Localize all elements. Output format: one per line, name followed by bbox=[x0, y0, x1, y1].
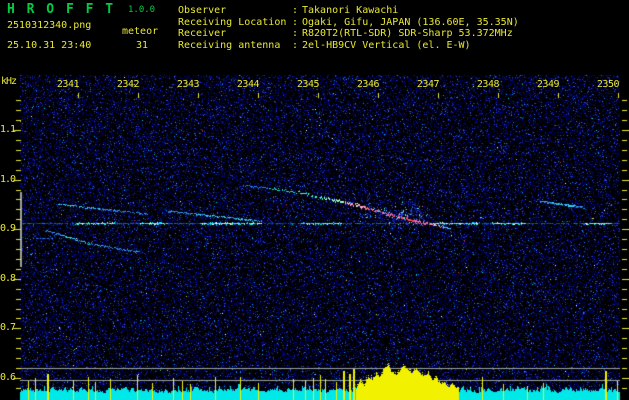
freq-tick-label: 1.1 bbox=[0, 124, 16, 135]
time-tick-label: 2344 bbox=[236, 79, 260, 90]
freq-tick-label: 0.7 bbox=[0, 322, 16, 334]
app-title: H R O F F T bbox=[7, 2, 116, 17]
info-separator: : bbox=[292, 16, 299, 28]
time-tick-label: 2350 bbox=[596, 79, 620, 90]
time-tick-label: 2341 bbox=[56, 79, 80, 90]
info-label: Receiving antenna bbox=[178, 39, 281, 51]
station-info: Observer: Takanori Kawachi Receiving Locat… bbox=[178, 5, 519, 51]
info-value: 2el-HB9CV Vertical (el. E-W) bbox=[302, 39, 471, 51]
info-separator: : bbox=[292, 5, 299, 16]
info-label: Receiving Location bbox=[178, 16, 287, 28]
freq-tick-label: 0.6 bbox=[0, 372, 16, 383]
event-count: 31 bbox=[136, 40, 149, 51]
timestamp: 25.10.31 23:40 bbox=[7, 40, 92, 51]
time-tick-label: 2343 bbox=[176, 79, 200, 90]
time-tick-label: 2346 bbox=[356, 79, 380, 90]
info-row: Observer: Takanori Kawachi bbox=[178, 5, 519, 17]
info-separator: : bbox=[292, 39, 299, 51]
output-filename: 2510312340.png bbox=[7, 20, 92, 31]
app-version: 1.0.0 bbox=[128, 5, 156, 15]
info-row: Receiving Location: Ogaki, Gifu, JAPAN (1… bbox=[178, 17, 519, 29]
info-row: Receiver: R820T2(RTL-SDR) SDR-Sharp 53.37… bbox=[178, 28, 519, 40]
info-label: Observer bbox=[178, 5, 227, 16]
freq-tick-label: 1.0 bbox=[0, 173, 16, 185]
time-tick-label: 2347 bbox=[416, 79, 440, 90]
time-tick-label: 2345 bbox=[296, 79, 320, 90]
freq-tick-label: 0.9 bbox=[0, 223, 16, 235]
info-value: Takanori Kawachi bbox=[302, 5, 399, 16]
info-row: Receiving antenna:2el-HB9CV Vertical (el… bbox=[178, 40, 519, 52]
mode-label: meteor bbox=[122, 26, 159, 37]
freq-axis-unit-label: kHz bbox=[1, 76, 17, 87]
time-tick-label: 2342 bbox=[116, 79, 140, 90]
time-tick-label: 2348 bbox=[476, 79, 500, 90]
info-value: R820T2(RTL-SDR) SDR-Sharp 53.372MHz bbox=[302, 28, 513, 40]
info-label: Receiver bbox=[178, 28, 227, 40]
freq-tick-label: 0.8 bbox=[0, 272, 16, 284]
time-tick-label: 2349 bbox=[536, 79, 560, 90]
spectrogram-canvas bbox=[0, 0, 629, 400]
hrofft-window: H R O F F T 1.0.0 2510312340.png meteor … bbox=[0, 0, 629, 400]
info-separator: : bbox=[292, 28, 299, 40]
info-value: Ogaki, Gifu, JAPAN (136.60E, 35.35N) bbox=[302, 16, 519, 28]
